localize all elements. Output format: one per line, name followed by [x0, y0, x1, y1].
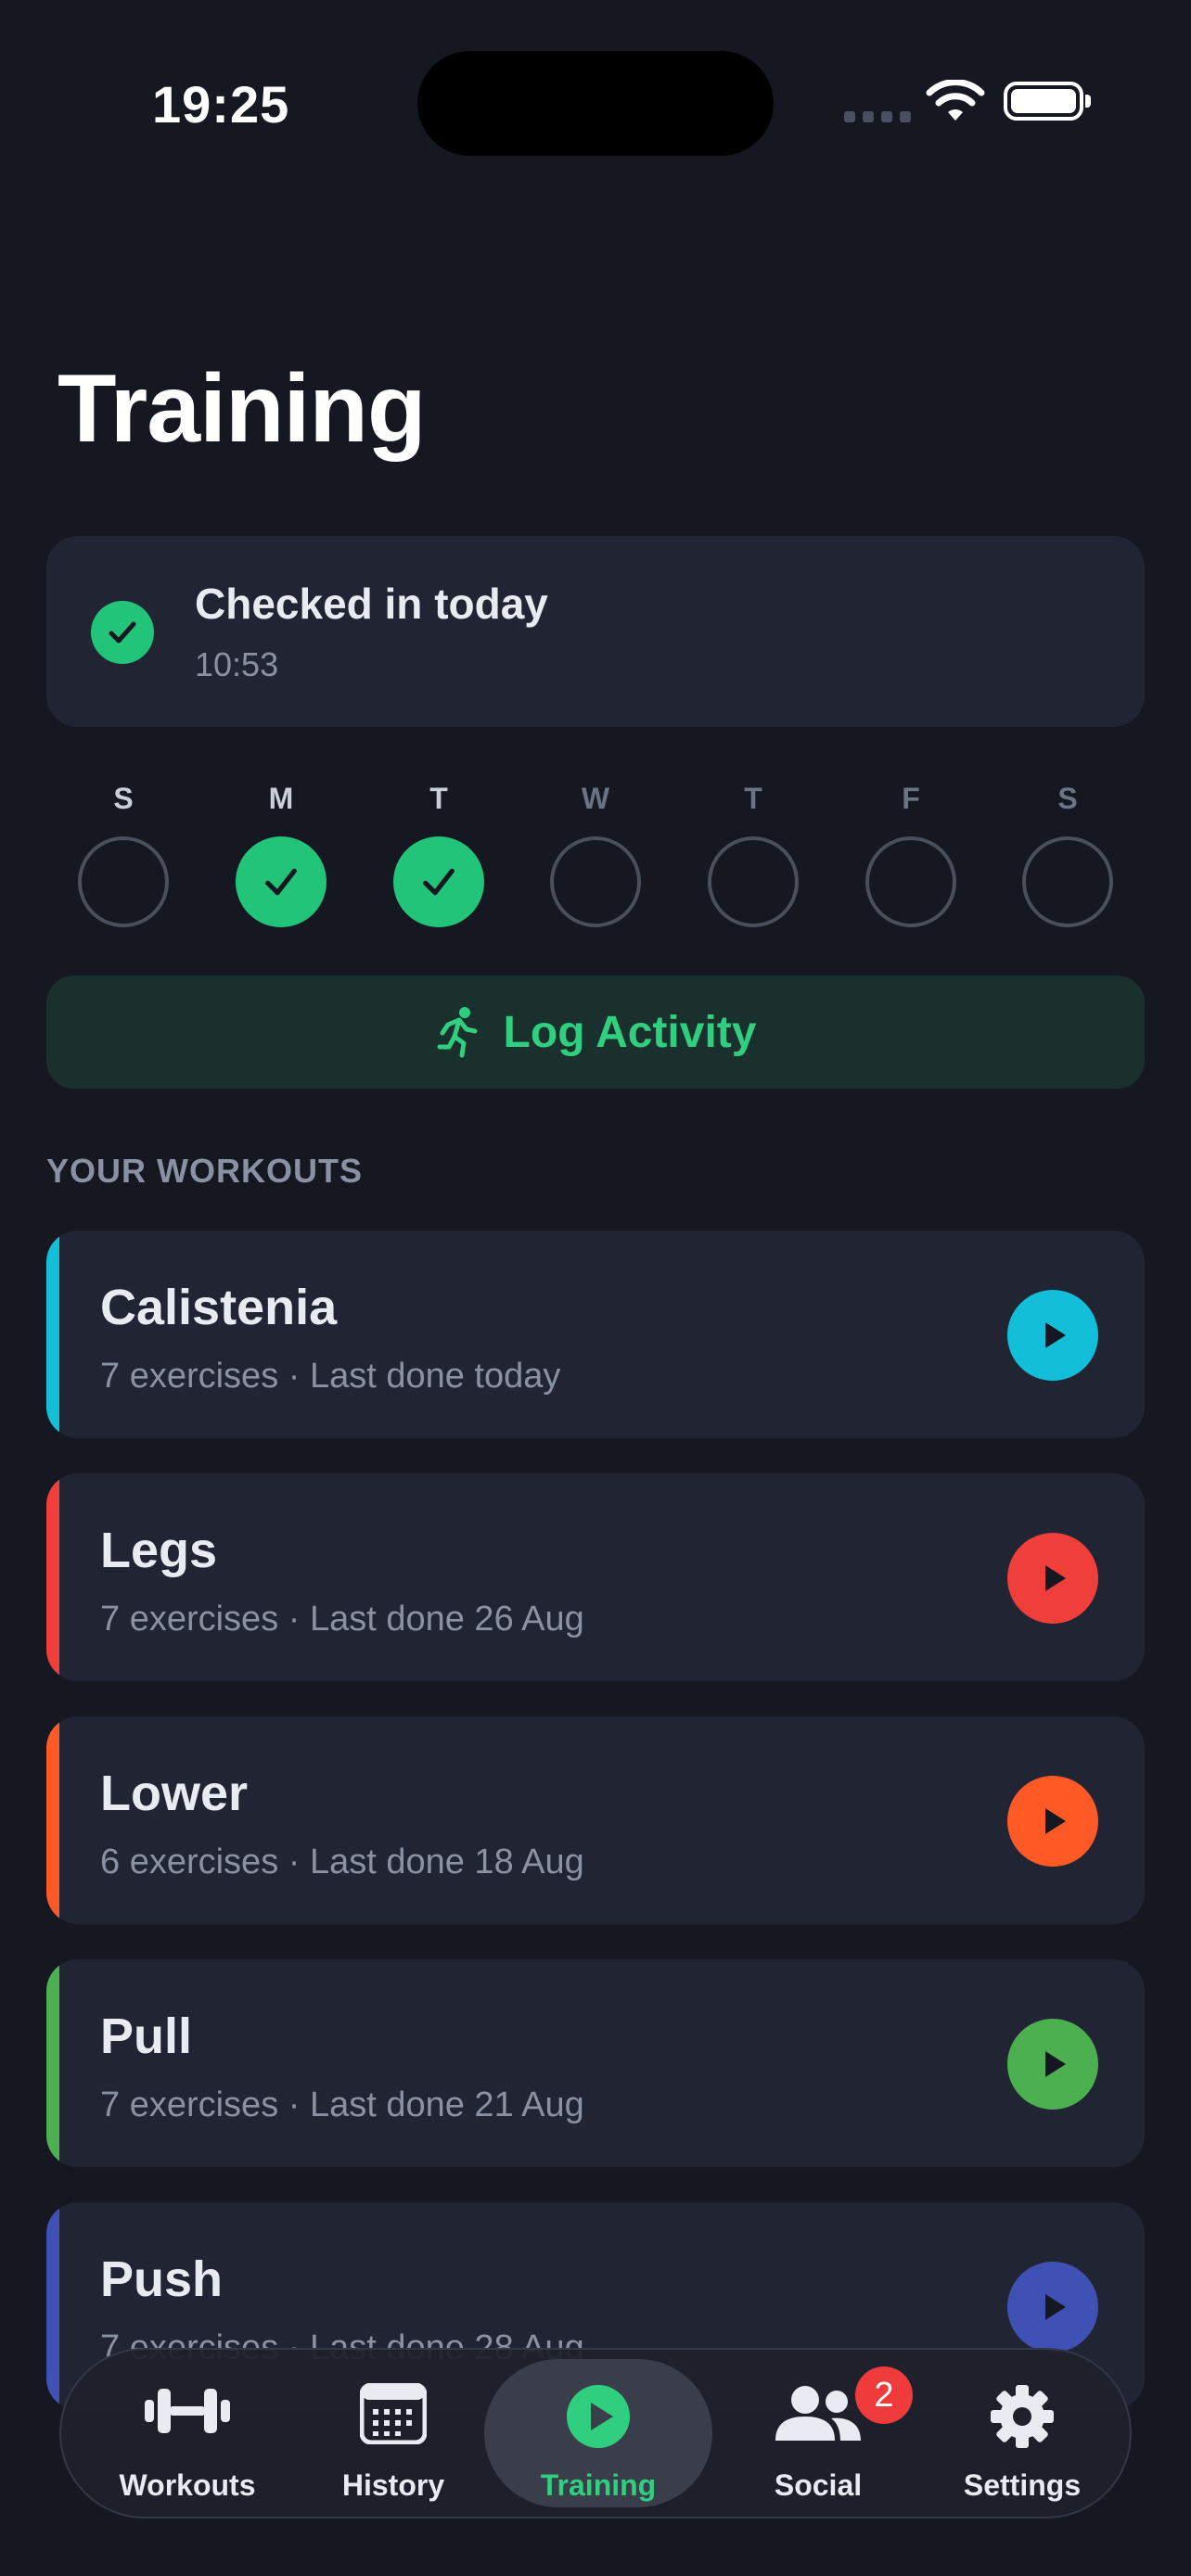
tab-label: History	[341, 2468, 445, 2502]
people-icon	[775, 2386, 861, 2441]
checkmark-icon	[91, 601, 154, 664]
week-streak: S M T W T F S	[78, 779, 1113, 937]
day-letter: F	[902, 782, 920, 815]
day-circle-empty	[78, 836, 169, 927]
day-letter: M	[268, 782, 294, 815]
day-circle-empty	[708, 836, 799, 927]
workout-name: Legs	[100, 1523, 218, 1578]
day-circle-empty	[865, 836, 956, 927]
checkmark-icon	[236, 836, 327, 927]
day-letter: T	[744, 782, 762, 815]
play-button[interactable]	[1007, 2262, 1098, 2353]
workout-meta: 7 exercises · Last done today	[100, 1357, 561, 1396]
gear-icon	[991, 2385, 1054, 2448]
workout-card-lower[interactable]: Lower 6 exercises · Last done 18 Aug	[46, 1716, 1145, 1924]
workout-card-pull[interactable]: Pull 7 exercises · Last done 21 Aug	[46, 1959, 1145, 2167]
cellular-signal-icon	[844, 111, 911, 122]
tab-label: Settings	[963, 2468, 1082, 2502]
day-letter: S	[113, 782, 134, 815]
running-person-icon	[437, 1007, 478, 1058]
play-button[interactable]	[1007, 2019, 1098, 2110]
day-monday: M	[236, 779, 327, 927]
tab-history[interactable]: History	[291, 2350, 495, 2517]
color-stripe	[46, 2202, 59, 2410]
workout-meta: 7 exercises · Last done 26 Aug	[100, 1600, 584, 1639]
checkin-card: Checked in today 10:53	[46, 536, 1145, 727]
dynamic-island	[417, 51, 774, 156]
color-stripe	[46, 1959, 59, 2167]
status-time: 19:25	[152, 75, 290, 134]
play-icon	[1045, 1322, 1066, 1348]
workout-name: Calistenia	[100, 1280, 338, 1335]
calendar-icon	[360, 2383, 427, 2444]
page-title: Training	[58, 355, 426, 463]
status-bar: 19:25	[0, 0, 1191, 185]
color-stripe	[46, 1231, 59, 1438]
tab-settings[interactable]: Settings	[920, 2350, 1124, 2517]
day-letter: T	[429, 782, 448, 815]
tab-label: Social	[774, 2468, 863, 2502]
tab-bar: Workouts History Training 2 Social Setti…	[59, 2348, 1132, 2519]
tab-social[interactable]: 2 Social	[716, 2350, 920, 2517]
day-saturday: S	[1022, 779, 1113, 927]
workout-meta: 6 exercises · Last done 18 Aug	[100, 1843, 584, 1881]
play-icon	[1045, 2051, 1066, 2077]
log-activity-button[interactable]: Log Activity	[46, 976, 1145, 1089]
play-icon	[1045, 2294, 1066, 2320]
day-letter: S	[1057, 782, 1078, 815]
wifi-icon	[926, 80, 985, 121]
play-icon	[1045, 1565, 1066, 1591]
day-friday: F	[865, 779, 956, 927]
tab-label: Workouts	[119, 2468, 256, 2502]
day-tuesday: T	[393, 779, 484, 927]
dumbbell-icon	[145, 2389, 230, 2433]
checkin-title: Checked in today	[195, 580, 548, 628]
notification-badge: 2	[855, 2366, 913, 2424]
play-button[interactable]	[1007, 1776, 1098, 1867]
workout-card-calistenia[interactable]: Calistenia 7 exercises · Last done today	[46, 1231, 1145, 1438]
tab-label: Training	[540, 2468, 657, 2502]
workout-card-legs[interactable]: Legs 7 exercises · Last done 26 Aug	[46, 1473, 1145, 1681]
color-stripe	[46, 1716, 59, 1924]
workout-name: Push	[100, 2251, 224, 2307]
play-button[interactable]	[1007, 1533, 1098, 1624]
day-circle-empty	[550, 836, 641, 927]
log-activity-label: Log Activity	[503, 1007, 757, 1057]
section-heading-workouts: YOUR WORKOUTS	[46, 1152, 363, 1190]
play-button[interactable]	[1007, 1290, 1098, 1381]
battery-icon	[1004, 82, 1091, 121]
day-wednesday: W	[550, 779, 641, 927]
day-letter: W	[581, 782, 610, 815]
checkmark-icon	[393, 836, 484, 927]
color-stripe	[46, 1473, 59, 1681]
tab-workouts[interactable]: Workouts	[85, 2350, 289, 2517]
day-thursday: T	[708, 779, 799, 927]
day-circle-empty	[1022, 836, 1113, 927]
play-icon	[1045, 1808, 1066, 1834]
workout-name: Lower	[100, 1766, 249, 1821]
workout-meta: 7 exercises · Last done 21 Aug	[100, 2085, 584, 2124]
day-sunday: S	[78, 779, 169, 927]
checkin-time: 10:53	[195, 645, 279, 683]
tab-training[interactable]: Training	[484, 2350, 712, 2517]
play-circle-icon	[567, 2385, 630, 2448]
workout-name: Pull	[100, 2009, 193, 2064]
